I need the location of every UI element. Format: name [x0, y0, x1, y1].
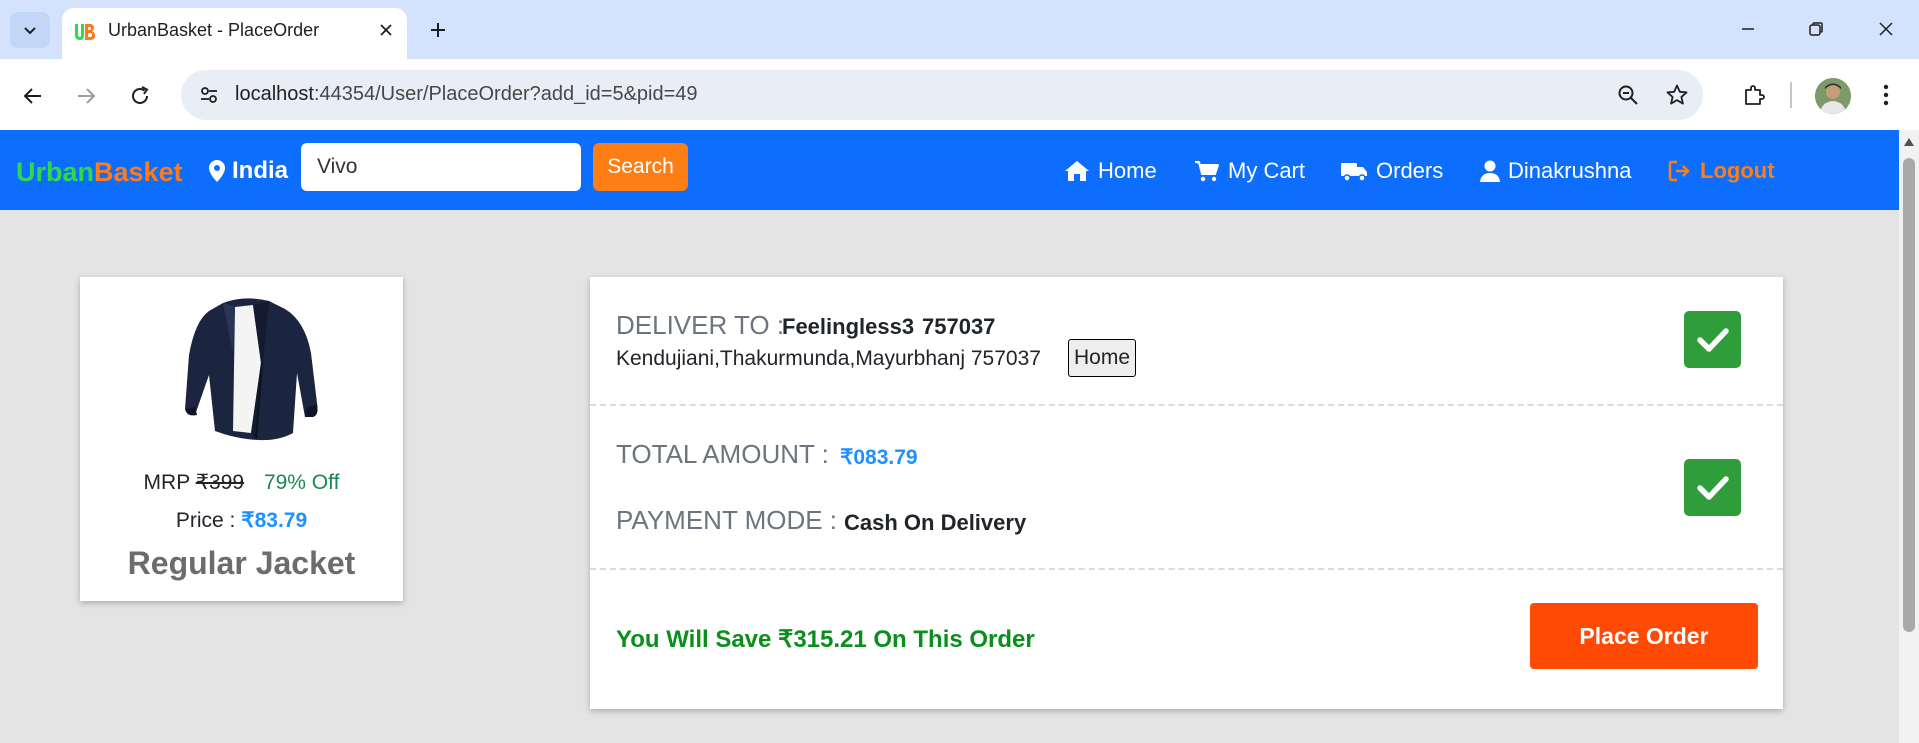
- favicon-icon: [73, 21, 95, 43]
- nav-home-label: Home: [1098, 158, 1157, 183]
- total-amount-value: ₹083.79: [840, 446, 918, 469]
- product-price-row: Price : ₹83.79: [80, 508, 403, 533]
- address-confirmed-check: [1684, 311, 1741, 368]
- user-icon: [1480, 160, 1500, 182]
- forward-icon: [78, 88, 96, 104]
- place-order-button[interactable]: Place Order: [1530, 603, 1758, 669]
- logout-icon: [1668, 160, 1690, 182]
- browser-menu-button[interactable]: [1868, 77, 1904, 113]
- avatar[interactable]: [1815, 78, 1851, 114]
- site-logo[interactable]: UrbanBasket: [16, 157, 183, 188]
- back-button[interactable]: [15, 78, 51, 114]
- nav-cart-label: My Cart: [1228, 158, 1305, 183]
- minimize-button[interactable]: [1725, 8, 1771, 50]
- delivery-address: Kendujiani,Thakurmunda,Mayurbhanj 757037: [616, 347, 1041, 370]
- menu-icon: [1883, 84, 1889, 106]
- back-icon: [23, 88, 41, 104]
- zoom-button[interactable]: [1610, 77, 1646, 113]
- product-image: [185, 298, 318, 441]
- reload-button[interactable]: [122, 78, 158, 114]
- site-info-button[interactable]: [192, 78, 226, 112]
- site-info-icon: [201, 87, 217, 103]
- close-icon: [380, 24, 392, 36]
- nav-orders[interactable]: Orders: [1340, 158, 1443, 184]
- total-amount-label: TOTAL AMOUNT :: [616, 439, 829, 469]
- nav-logout-label: Logout: [1700, 158, 1775, 183]
- address-type-badge: Home: [1068, 339, 1137, 377]
- section-divider: [590, 568, 1783, 570]
- mrp-label: MRP: [143, 471, 190, 494]
- bookmark-button[interactable]: [1659, 77, 1695, 113]
- savings-message: You Will Save ₹315.21 On This Order: [616, 626, 1035, 653]
- location-selector[interactable]: India: [208, 157, 288, 185]
- mrp-value: ₹399: [195, 471, 245, 494]
- arrow-up-icon: [1904, 138, 1914, 146]
- nav-logout[interactable]: Logout: [1668, 158, 1775, 184]
- payment-mode-value: Cash On Delivery: [844, 510, 1027, 535]
- deliver-pincode: 757037: [922, 314, 996, 339]
- truck-icon: [1341, 163, 1367, 182]
- extensions-icon: [1745, 85, 1765, 105]
- tab-close-button[interactable]: [372, 16, 400, 44]
- nav-home[interactable]: Home: [1064, 158, 1157, 184]
- cart-icon: [1195, 161, 1219, 182]
- window-close-icon: [1879, 22, 1893, 36]
- tab-list-icon: [24, 27, 36, 35]
- nav-user[interactable]: Dinakrushna: [1480, 158, 1632, 184]
- star-icon: [1666, 84, 1688, 105]
- section-divider: [590, 404, 1783, 406]
- product-name: Regular Jacket: [127, 545, 356, 581]
- tab-title: UrbanBasket - PlaceOrder: [108, 20, 320, 40]
- toolbar-separator: [1790, 82, 1792, 108]
- nav-user-label: Dinakrushna: [1508, 158, 1632, 183]
- url-path: :44354/User/PlaceOrder?add_id=5&pid=49: [313, 83, 698, 105]
- search-input[interactable]: [301, 143, 581, 191]
- home-icon: [1065, 161, 1089, 181]
- deliver-name: Feelingless3: [782, 314, 915, 339]
- deliver-to-label: DELIVER TO :: [616, 310, 785, 340]
- minimize-icon: [1742, 28, 1754, 30]
- discount-label: 79% Off: [263, 471, 340, 494]
- plus-icon: [431, 23, 445, 37]
- scroll-up-arrow[interactable]: [1902, 135, 1916, 149]
- check-icon: [1696, 327, 1729, 352]
- window-close-button[interactable]: [1863, 8, 1909, 50]
- check-icon: [1696, 475, 1729, 500]
- price-value: ₹83.79: [241, 509, 308, 532]
- forward-button[interactable]: [68, 78, 104, 114]
- url-text[interactable]: localhost:44354/User/PlaceOrder?add_id=5…: [235, 83, 698, 106]
- scrollbar-thumb[interactable]: [1903, 158, 1915, 632]
- search-button[interactable]: Search: [593, 143, 688, 191]
- restore-icon: [1809, 22, 1823, 36]
- new-tab-button[interactable]: [423, 14, 453, 46]
- extensions-button[interactable]: [1736, 77, 1772, 113]
- restore-button[interactable]: [1793, 8, 1839, 50]
- product-mrp-row: MRP ₹399 79% Off: [80, 470, 403, 495]
- url-host: localhost: [235, 83, 314, 105]
- price-label: Price :: [175, 509, 236, 532]
- location-pin-icon: [209, 160, 225, 182]
- reload-icon: [132, 86, 149, 104]
- zoom-icon: [1618, 85, 1638, 105]
- payment-mode-label: PAYMENT MODE :: [616, 505, 838, 535]
- payment-confirmed-check: [1684, 459, 1741, 516]
- location-label: India: [232, 157, 289, 184]
- tab-list-button[interactable]: [10, 12, 50, 48]
- nav-cart[interactable]: My Cart: [1194, 158, 1305, 184]
- nav-orders-label: Orders: [1376, 158, 1444, 183]
